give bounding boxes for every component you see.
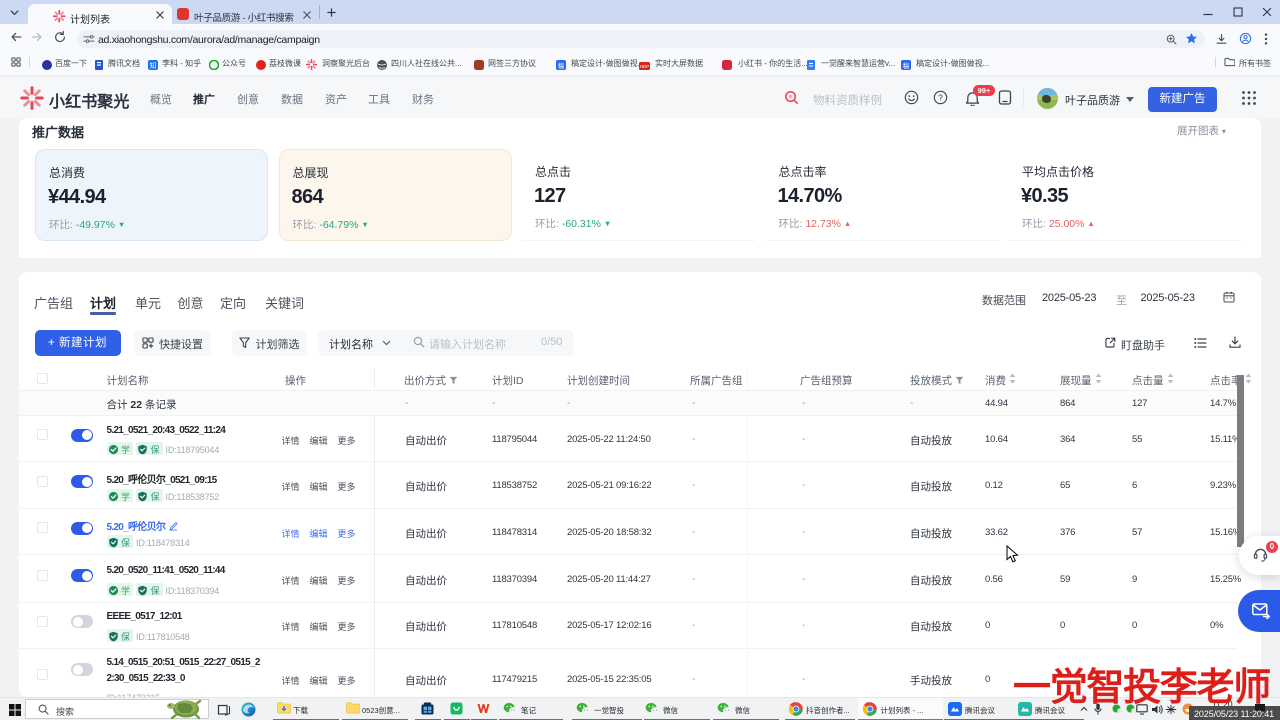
- svg-text:稿: 稿: [558, 61, 565, 70]
- svg-text:HDP: HDP: [640, 64, 650, 69]
- svg-text:?: ?: [938, 92, 943, 102]
- svg-text:知: 知: [150, 61, 157, 70]
- svg-text:稿: 稿: [903, 61, 910, 70]
